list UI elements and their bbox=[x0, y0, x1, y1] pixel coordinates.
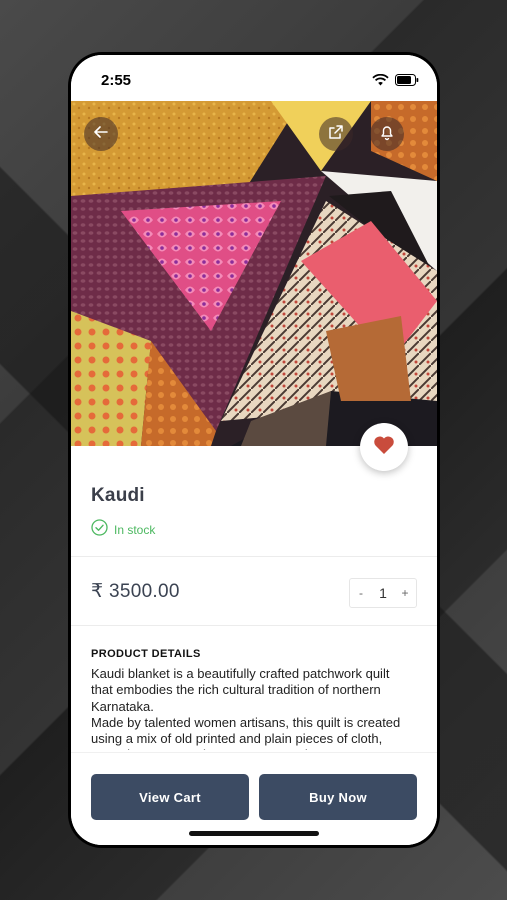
product-price: ₹ 3500.00 bbox=[91, 581, 180, 602]
stock-label: In stock bbox=[114, 523, 156, 537]
status-icons bbox=[372, 73, 419, 91]
decrement-button[interactable]: - bbox=[350, 586, 372, 600]
home-indicator bbox=[189, 831, 319, 836]
view-cart-button[interactable]: View Cart bbox=[91, 774, 249, 820]
share-button[interactable] bbox=[319, 117, 353, 151]
share-icon bbox=[327, 123, 345, 146]
status-time: 2:55 bbox=[101, 72, 132, 89]
quantity-value: 1 bbox=[379, 585, 387, 601]
divider bbox=[71, 556, 437, 557]
details-heading: PRODUCT DETAILS bbox=[91, 648, 201, 660]
notify-button[interactable] bbox=[370, 117, 404, 151]
phone-frame: 2:55 Kaudi In stock ₹ 3500.00 - 1 + PROD… bbox=[68, 52, 440, 848]
wifi-icon bbox=[372, 73, 389, 91]
app-screen: 2:55 Kaudi In stock ₹ 3500.00 - 1 + PROD… bbox=[71, 55, 437, 845]
arrow-left-icon bbox=[92, 123, 110, 146]
battery-icon bbox=[395, 73, 419, 91]
bell-icon bbox=[378, 123, 396, 146]
divider bbox=[71, 625, 437, 626]
product-image bbox=[71, 101, 437, 446]
details-paragraph: Kaudi blanket is a beautifully crafted p… bbox=[91, 666, 390, 714]
favorite-button[interactable] bbox=[360, 423, 408, 471]
details-paragraph: Made by talented women artisans, this qu… bbox=[91, 714, 401, 750]
increment-button[interactable]: + bbox=[394, 586, 416, 600]
status-bar: 2:55 bbox=[71, 55, 437, 101]
check-circle-icon bbox=[91, 519, 108, 541]
buy-now-button[interactable]: Buy Now bbox=[259, 774, 417, 820]
stock-status: In stock bbox=[91, 519, 155, 541]
details-description: Kaudi blanket is a beautifully crafted p… bbox=[91, 666, 401, 750]
bottom-action-bar: View Cart Buy Now bbox=[71, 752, 437, 845]
quantity-stepper: - 1 + bbox=[349, 578, 417, 608]
product-name: Kaudi bbox=[91, 485, 145, 506]
back-button[interactable] bbox=[84, 117, 118, 151]
heart-icon bbox=[373, 435, 395, 460]
